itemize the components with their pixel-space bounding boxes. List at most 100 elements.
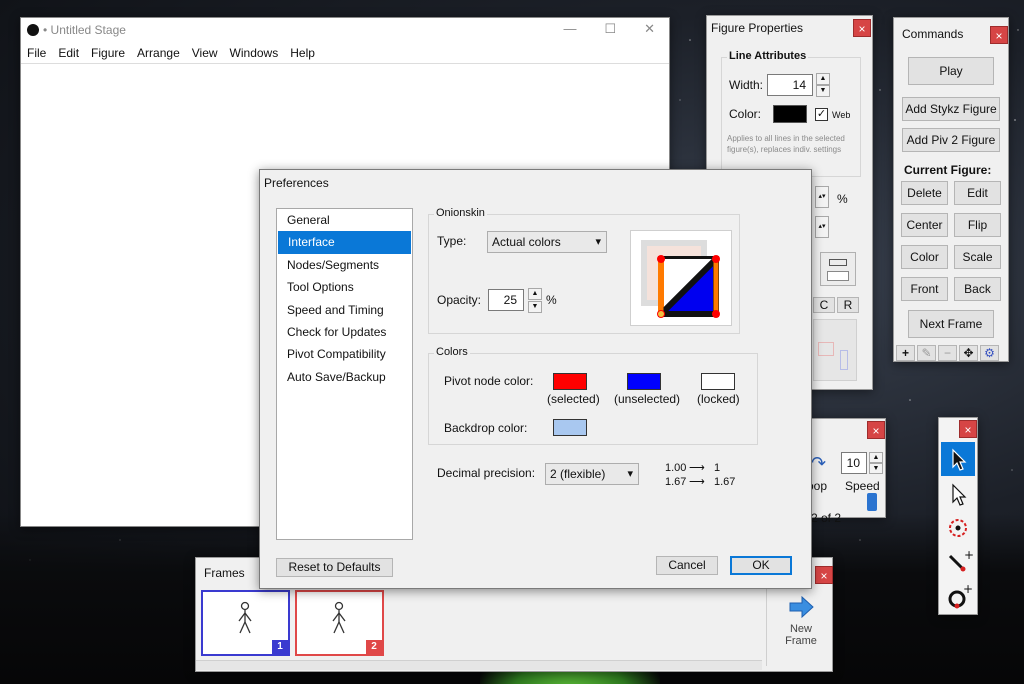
width-input[interactable]: 14 xyxy=(767,74,813,96)
flip-button[interactable]: Flip xyxy=(954,213,1001,237)
selected-color-swatch[interactable] xyxy=(553,373,587,390)
back-button[interactable]: Back xyxy=(954,277,1001,301)
new-frame-button[interactable]: New Frame xyxy=(771,594,831,664)
svg-text:+: + xyxy=(963,582,973,596)
backdrop-icon[interactable] xyxy=(820,252,856,286)
tab-r[interactable]: R xyxy=(837,297,859,313)
opacity-up-icon[interactable]: ▲ xyxy=(528,288,542,300)
color-button[interactable]: Color xyxy=(901,245,948,269)
menu-edit[interactable]: Edit xyxy=(58,46,79,60)
menu-windows[interactable]: Windows xyxy=(230,46,279,60)
minimize-icon[interactable]: — xyxy=(563,21,576,37)
locked-caption: (locked) xyxy=(697,392,740,406)
frame-thumbnail[interactable]: 1 xyxy=(201,590,290,656)
close-icon[interactable]: × xyxy=(959,420,977,438)
cancel-button[interactable]: Cancel xyxy=(656,556,718,575)
direct-select-tool-icon[interactable] xyxy=(941,477,975,511)
unselected-color-swatch[interactable] xyxy=(627,373,661,390)
menu-figure[interactable]: Figure xyxy=(91,46,125,60)
arrow-right-icon: ⟶ xyxy=(689,476,705,488)
menu-arrange[interactable]: Arrange xyxy=(137,46,180,60)
add-icon[interactable]: + xyxy=(896,345,915,361)
speed-down-icon[interactable]: ▼ xyxy=(869,463,883,474)
gear-icon[interactable]: ⚙ xyxy=(980,345,999,361)
nav-item-auto-save[interactable]: Auto Save/Backup xyxy=(277,366,412,388)
decimal-precision-select[interactable]: 2 (flexible) ▾ xyxy=(545,463,639,485)
close-icon[interactable]: × xyxy=(990,26,1008,44)
opacity-down-icon[interactable]: ▼ xyxy=(528,301,542,313)
nav-item-tool-options[interactable]: Tool Options xyxy=(277,276,412,298)
add-line-tool-icon[interactable]: + xyxy=(941,545,975,579)
close-icon[interactable]: × xyxy=(815,566,833,584)
next-frame-button[interactable]: Next Frame xyxy=(908,310,994,338)
maximize-icon[interactable]: ☐ xyxy=(604,21,616,37)
arrow-right-icon xyxy=(789,595,814,619)
speed-slider-thumb[interactable] xyxy=(867,493,877,511)
add-circle-tool-icon[interactable]: + xyxy=(941,579,975,613)
chevron-down-icon: ▾ xyxy=(627,468,633,480)
width-down-icon[interactable]: ▼ xyxy=(816,85,830,97)
nav-item-pivot-compatibility[interactable]: Pivot Compatibility xyxy=(277,343,412,365)
web-label: Web xyxy=(832,110,851,120)
nav-item-nodes-segments[interactable]: Nodes/Segments xyxy=(277,254,412,276)
speed-up-icon[interactable]: ▲ xyxy=(869,452,883,463)
opacity-input[interactable]: 25 xyxy=(488,289,524,311)
rotate-tool-icon[interactable] xyxy=(941,511,975,545)
spinner-icon[interactable]: ▴▾ xyxy=(815,216,829,238)
example-from-2: 1.67 xyxy=(665,476,687,488)
pencil-icon[interactable]: ✎ xyxy=(917,345,936,361)
reset-to-defaults-button[interactable]: Reset to Defaults xyxy=(276,558,393,577)
window-controls: — ☐ ✕ xyxy=(563,21,655,37)
backdrop-color-label: Backdrop color: xyxy=(444,421,528,435)
front-button[interactable]: Front xyxy=(901,277,948,301)
select-tool-icon[interactable] xyxy=(941,442,975,476)
opacity-percent: % xyxy=(546,293,557,307)
width-up-icon[interactable]: ▲ xyxy=(816,73,830,85)
nav-item-check-updates[interactable]: Check for Updates xyxy=(277,321,412,343)
frames-scrollbar[interactable] xyxy=(196,660,762,670)
spinner-icon[interactable]: ▴▾ xyxy=(815,186,829,208)
center-button[interactable]: Center xyxy=(901,213,948,237)
divider xyxy=(766,586,767,666)
frame-counter: 2 of 2 xyxy=(811,511,842,525)
menu-view[interactable]: View xyxy=(192,46,218,60)
line-color-swatch[interactable] xyxy=(773,105,807,123)
ok-button[interactable]: OK xyxy=(730,556,792,575)
menu-bar: File Edit Figure Arrange View Windows He… xyxy=(21,42,669,64)
nav-item-general[interactable]: General xyxy=(277,209,412,231)
frame-number-badge: 2 xyxy=(366,640,382,654)
frame-number-badge: 1 xyxy=(272,640,288,654)
nav-item-interface[interactable]: Interface xyxy=(278,231,411,254)
preview-box xyxy=(813,319,857,381)
tab-c[interactable]: C xyxy=(813,297,835,313)
commands-panel: Commands × Play Add Stykz Figure Add Piv… xyxy=(893,17,1009,362)
add-piv2-figure-button[interactable]: Add Piv 2 Figure xyxy=(902,128,1000,152)
speed-input[interactable]: 10 xyxy=(841,452,867,474)
example-to-2: 1.67 xyxy=(714,476,736,488)
add-stykz-figure-button[interactable]: Add Stykz Figure xyxy=(902,97,1000,121)
commands-title: Commands xyxy=(902,27,964,41)
playback-panel: × 10 ▲ ▼ oop Speed 2 of 2 ↷ xyxy=(806,418,886,525)
app-logo-icon xyxy=(27,24,39,36)
stage-title: • Untitled Stage xyxy=(43,23,126,37)
onionskin-type-select[interactable]: Actual colors ▾ xyxy=(487,231,607,253)
close-icon[interactable]: × xyxy=(867,421,885,439)
frame-thumbnail[interactable]: 2 xyxy=(295,590,384,656)
loop-icon[interactable]: ↷ xyxy=(811,453,826,474)
play-button[interactable]: Play xyxy=(908,57,994,85)
edit-button[interactable]: Edit xyxy=(954,181,1001,205)
nav-item-speed-timing[interactable]: Speed and Timing xyxy=(277,299,412,321)
close-icon[interactable]: ✕ xyxy=(644,21,655,37)
new-frame-label-1: New xyxy=(789,623,812,635)
menu-help[interactable]: Help xyxy=(290,46,315,60)
locked-color-swatch[interactable] xyxy=(701,373,735,390)
web-checkbox[interactable]: ✓ xyxy=(815,108,828,121)
backdrop-color-swatch[interactable] xyxy=(553,419,587,436)
minus-icon[interactable]: − xyxy=(938,345,957,361)
unselected-caption: (unselected) xyxy=(614,392,681,406)
move-icon[interactable]: ✥ xyxy=(959,345,978,361)
menu-file[interactable]: File xyxy=(27,46,46,60)
scale-button[interactable]: Scale xyxy=(954,245,1001,269)
delete-button[interactable]: Delete xyxy=(901,181,948,205)
close-icon[interactable]: × xyxy=(853,19,871,37)
